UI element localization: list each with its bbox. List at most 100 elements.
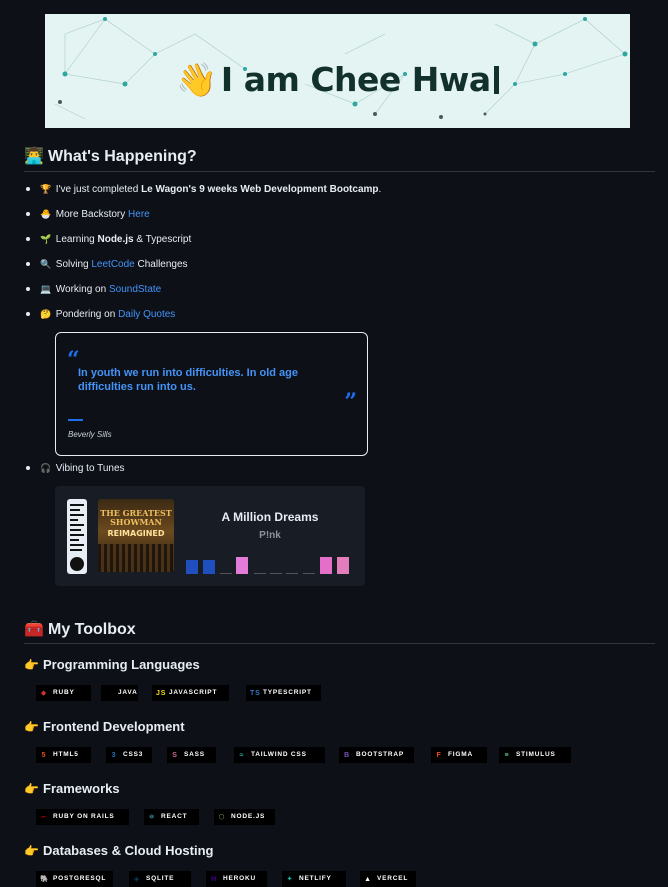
- badge-label: NETLIFY: [299, 875, 332, 882]
- tech-badge[interactable]: ◆ RUBY: [36, 685, 91, 701]
- list-item: 🏆 I've just completed Le Wagon's 9 weeks…: [26, 182, 381, 196]
- bullet: [26, 312, 30, 317]
- toolbox-section-heading: 👉 Programming Languages: [24, 656, 200, 674]
- item-link[interactable]: SoundState: [109, 284, 161, 295]
- spotify-now-playing-card[interactable]: THE GREATEST SHOWMAN REIMAGINED A Millio…: [55, 486, 365, 586]
- tech-badge[interactable]: S SASS: [167, 747, 216, 763]
- bullet: [26, 287, 30, 292]
- bullet: [26, 262, 30, 267]
- tech-badge[interactable]: JAVA: [101, 685, 138, 701]
- badge-label: POSTGRESQL: [53, 875, 107, 882]
- daily-quote-card[interactable]: “ In youth we run into difficulties. In …: [55, 332, 368, 456]
- album-title: THE GREATEST SHOWMAN: [100, 508, 172, 527]
- badge-label: JAVA: [118, 689, 138, 696]
- badge-label: BOOTSTRAP: [356, 751, 405, 758]
- section-title: Frontend Development: [43, 719, 185, 734]
- song-title: A Million Dreams: [221, 510, 319, 524]
- item-emoji-icon: 💻: [40, 284, 52, 294]
- section-title: Programming Languages: [43, 657, 200, 672]
- tech-badge[interactable]: ⚛ REACT: [144, 809, 199, 825]
- badge-label: NODE.JS: [231, 813, 266, 820]
- item-text-suffix: .: [378, 184, 382, 195]
- badge-label: RUBY: [53, 689, 75, 696]
- tech-logo-icon: F: [436, 752, 442, 759]
- quote-author: Beverly Sills: [68, 430, 112, 439]
- heading-divider: [24, 171, 655, 172]
- technologist-icon: 👨‍💻: [24, 148, 44, 165]
- tech-logo-icon: JS: [156, 690, 167, 697]
- item-text-suffix: Challenges: [134, 259, 188, 270]
- toolbox-section-heading: 👉 Databases & Cloud Hosting: [24, 842, 213, 860]
- item-bold-text: Node.js: [97, 234, 134, 245]
- toolbox-section-heading: 👉 Frontend Development: [24, 718, 185, 736]
- tech-badge[interactable]: TS TYPESCRIPT: [246, 685, 321, 701]
- item-emoji-icon: 🤔: [40, 309, 52, 319]
- heading-whats-happening: 👨‍💻 What's Happening?: [24, 146, 197, 168]
- heading-text: My Toolbox: [48, 621, 136, 638]
- tech-logo-icon: B: [344, 752, 350, 759]
- tech-badge[interactable]: ≡ STIMULUS: [499, 747, 571, 763]
- badge-label: SQLITE: [146, 875, 175, 882]
- item-link[interactable]: Daily Quotes: [118, 309, 175, 320]
- list-item: 🐣 More Backstory Here: [26, 207, 150, 221]
- toolbox-section-heading: 👉 Frameworks: [24, 780, 120, 798]
- tech-logo-icon: ∽: [40, 814, 48, 821]
- tech-badge[interactable]: ∽ RUBY ON RAILS: [36, 809, 129, 825]
- item-text: More Backstory: [55, 209, 129, 220]
- spotify-code-icon: [67, 499, 87, 574]
- album-cover: THE GREATEST SHOWMAN REIMAGINED: [98, 499, 174, 572]
- bullet: [26, 212, 30, 217]
- badge-label: HEROKU: [223, 875, 256, 882]
- tech-logo-icon: [105, 687, 113, 695]
- tech-logo-icon: 🐘: [40, 876, 50, 883]
- tech-logo-icon: ≈: [239, 752, 245, 759]
- item-text-suffix: & Typescript: [133, 234, 192, 245]
- banner-title: 👋 I am Chee Hwa: [45, 60, 630, 100]
- item-text: I've just completed: [55, 184, 142, 195]
- quote-text: In youth we run into difficulties. In ol…: [78, 367, 298, 393]
- item-text: Learning: [55, 234, 98, 245]
- section-title: Frameworks: [43, 781, 120, 796]
- tech-badge[interactable]: F FIGMA: [431, 747, 487, 763]
- tech-logo-icon: ◆: [40, 690, 48, 697]
- item-link[interactable]: LeetCode: [91, 259, 134, 270]
- item-emoji-icon: 🐣: [40, 209, 52, 219]
- item-text: Pondering on: [55, 309, 119, 320]
- section-title: Databases & Cloud Hosting: [43, 843, 214, 858]
- badge-label: FIGMA: [448, 751, 473, 758]
- bullet: [26, 466, 30, 471]
- list-item: 🌱 Learning Node.js & Typescript: [26, 232, 191, 246]
- song-artist: P!nk: [259, 530, 281, 541]
- spotify-logo-icon: [70, 557, 84, 571]
- badge-label: REACT: [161, 813, 188, 820]
- tech-badge[interactable]: JS JAVASCRIPT: [152, 685, 229, 701]
- tech-logo-icon: H: [211, 876, 217, 883]
- tech-badge[interactable]: B BOOTSTRAP: [339, 747, 414, 763]
- tech-logo-icon: ⚛: [148, 814, 156, 821]
- tech-logo-icon: ⬡: [218, 814, 226, 821]
- item-link[interactable]: Here: [128, 209, 150, 220]
- pointing-hand-icon: 👉: [24, 720, 39, 734]
- headphone-icon: 🎧: [40, 463, 52, 473]
- toolbox-icon: 🧰: [24, 621, 44, 638]
- bullet: [26, 187, 30, 192]
- tech-badge[interactable]: ≈ TAILWIND CSS: [234, 747, 325, 763]
- banner-title-text: I am Chee Hwa: [220, 60, 491, 99]
- badge-label: RUBY ON RAILS: [53, 813, 115, 820]
- badge-label: TYPESCRIPT: [263, 689, 312, 696]
- tech-badge[interactable]: 5 HTML5: [36, 747, 91, 763]
- pointing-hand-icon: 👉: [24, 782, 39, 796]
- tunes-text: Vibing to Tunes: [55, 463, 125, 474]
- heading-text: What's Happening?: [48, 148, 197, 165]
- item-bold-text: Le Wagon's 9 weeks Web Development Bootc…: [141, 184, 379, 195]
- tech-badge[interactable]: 3 CSS3: [106, 747, 152, 763]
- tech-badge[interactable]: ⬡ NODE.JS: [214, 809, 275, 825]
- audio-visualizer: [186, 554, 356, 574]
- badge-label: JAVASCRIPT: [169, 689, 218, 696]
- tech-logo-icon: TS: [250, 690, 261, 697]
- item-text: Working on: [55, 284, 109, 295]
- badge-label: HTML5: [53, 751, 79, 758]
- typing-cursor: [493, 66, 499, 94]
- item-emoji-icon: 🌱: [40, 234, 52, 244]
- list-item: 🤔 Pondering on Daily Quotes: [26, 307, 175, 321]
